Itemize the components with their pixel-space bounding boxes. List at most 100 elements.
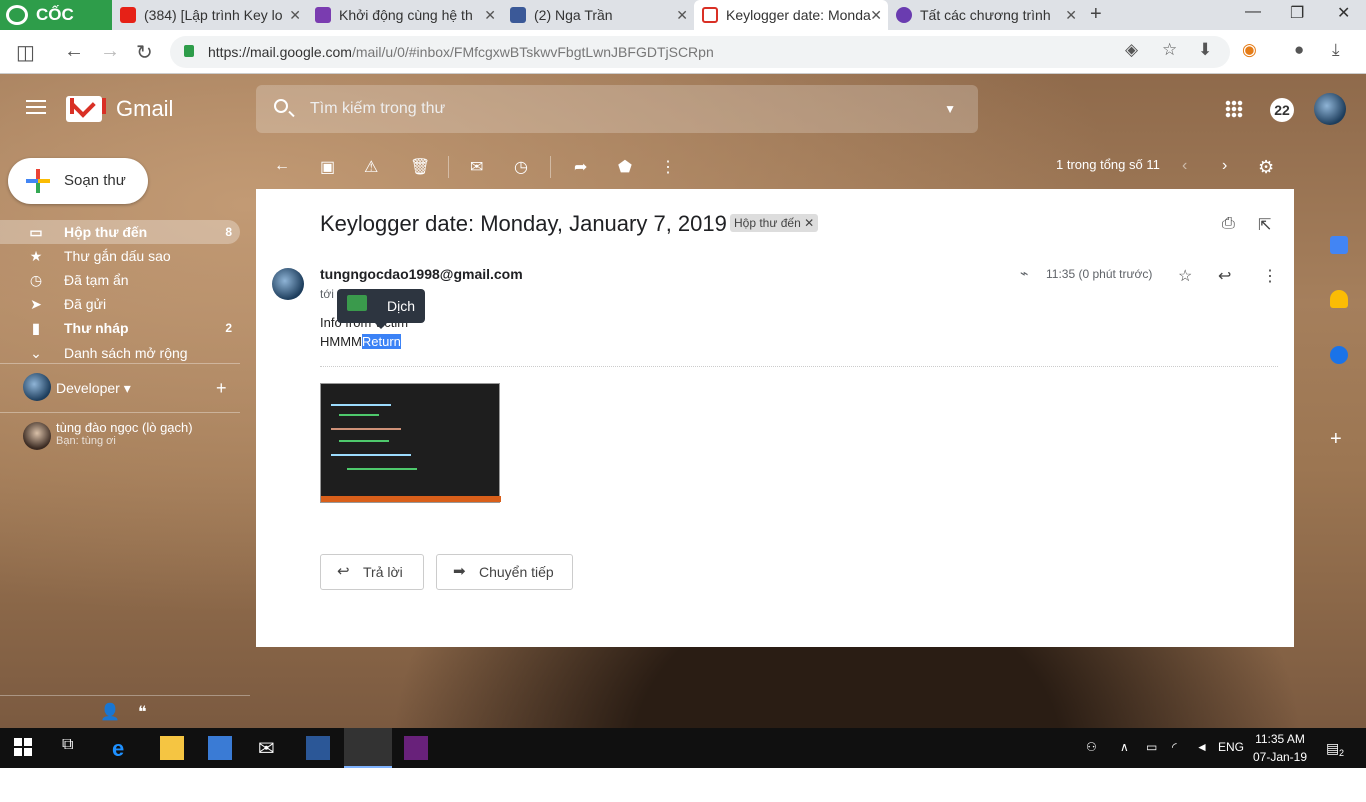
more-vert-icon[interactable]: ⋮ [660,157,676,177]
delete-icon[interactable]: 🗑 [410,157,430,177]
sidebar-item-more[interactable]: ⌄ Danh sách mở rộng [0,341,240,365]
tab-gmail[interactable]: Keylogger date: Monda ✕ [694,0,888,30]
add-contact-icon[interactable]: + [216,378,227,399]
sidebar-toggle-icon[interactable]: ◫ [16,40,35,65]
hangouts-user[interactable]: Developer ▾ [56,380,131,397]
search-options-icon[interactable]: ▼ [944,85,956,133]
compose-button[interactable]: Soạn thư [8,158,148,204]
sidebar-item-drafts[interactable]: ▮ Thư nháp 2 [0,316,240,340]
coccoc-extension-icon[interactable]: ◉ [1242,40,1257,60]
people-icon[interactable]: ⚇ [1086,740,1097,754]
volume-icon[interactable]: ◄ [1196,740,1208,754]
address-bar-row: ◫ ← → ↻ https://mail.google.com/mail/u/0… [0,30,1366,74]
selected-text[interactable]: Return [361,334,401,349]
forward-button[interactable]: ➡ Chuyển tiếp [436,554,573,590]
battery-icon[interactable]: ▭ [1146,740,1157,754]
contact-item[interactable]: tùng đào ngọc (lò gạch) Bạn: tùng ơi [56,420,193,447]
task-view-icon[interactable]: ⧉ [62,736,86,760]
account-avatar[interactable] [1314,93,1346,125]
forward-button[interactable]: → [100,40,120,63]
action-center-icon[interactable]: ▤ [1326,740,1339,757]
gmail-wordmark[interactable]: Gmail [116,96,173,122]
download-page-icon[interactable]: ⬇ [1198,40,1212,60]
url-field[interactable]: https://mail.google.com/mail/u/0/#inbox/… [170,36,1230,68]
reply-icon[interactable]: ↩ [1218,266,1231,286]
person-icon[interactable]: 👤 [100,702,120,722]
open-new-window-icon[interactable]: ⇱ [1258,215,1271,235]
star-icon[interactable]: ☆ [1178,266,1192,286]
store-icon[interactable] [208,736,232,760]
word-icon[interactable] [306,736,330,760]
older-icon[interactable]: › [1222,157,1227,175]
main-menu-icon[interactable] [26,100,46,114]
close-icon[interactable]: ✕ [484,0,496,30]
coccoc-taskbar-icon[interactable] [344,728,392,768]
snooze-icon[interactable]: ◷ [514,157,528,177]
close-icon[interactable]: ✕ [676,0,688,30]
label-icon[interactable]: ⬟ [618,157,632,177]
tab-programs[interactable]: Tất các chương trình ✕ [888,0,1083,30]
minimize-button[interactable]: — [1245,3,1261,21]
move-to-icon[interactable]: ➦ [574,157,587,177]
print-icon[interactable]: ⎙ [1222,215,1235,233]
hangouts-avatar[interactable] [23,373,51,401]
tab-facebook[interactable]: (2) Nga Trần ✕ [502,0,694,30]
sender-avatar[interactable] [272,268,304,300]
add-on-icon[interactable]: + [1330,428,1342,451]
show-hidden-icons[interactable]: ∧ [1120,740,1129,754]
tab-kiem-tra[interactable]: Khởi động cùng hệ th ✕ [307,0,502,30]
close-icon[interactable]: ✕ [870,0,882,30]
gmail-logo-icon[interactable] [66,96,106,122]
language-indicator[interactable]: ENG [1218,740,1244,754]
downloads-icon[interactable]: ⤓ [1332,40,1340,60]
reply-button[interactable]: ↩ Trả lời [320,554,424,590]
recipient-line[interactable]: tới [320,287,334,301]
search-input[interactable]: Tìm kiếm trong thư ▼ [256,85,978,133]
more-vert-icon[interactable]: ⋮ [1262,266,1278,286]
sidebar-item-label: Thư nháp [64,320,129,336]
back-button[interactable]: ← [64,40,84,63]
archive-icon[interactable]: ▣ [320,157,335,177]
tab-youtube[interactable]: (384) [Lập trình Key lo ✕ [112,0,307,30]
close-window-button[interactable]: ✕ [1337,3,1350,23]
gmail-header: Gmail Tìm kiếm trong thư ▼ 22 [0,74,1366,142]
hangouts-chat-icon[interactable]: ❝ [138,702,147,722]
search-icon[interactable] [274,99,288,113]
extension-icon[interactable]: ◈ [1125,40,1138,60]
new-tab-button[interactable]: + [1090,3,1102,26]
clock[interactable]: 11:35 AM 07-Jan-19 [1250,730,1310,766]
report-spam-icon[interactable]: ⚠ [364,157,378,177]
contact-avatar[interactable] [23,422,51,450]
edge-icon[interactable]: e [112,736,136,761]
tasks-icon[interactable] [1330,346,1348,364]
wifi-icon[interactable]: ◜ [1172,740,1177,754]
notifications-badge[interactable]: 22 [1270,98,1294,122]
attachment-thumbnail[interactable] [320,383,501,503]
coccoc-brand-button[interactable]: CỐC CỐC [0,0,112,54]
maximize-button[interactable]: ❐ [1290,3,1304,23]
start-icon[interactable] [14,738,32,756]
clock-date: 07-Jan-19 [1252,750,1308,764]
close-icon[interactable]: ✕ [289,0,301,30]
sender-email[interactable]: tungngocdao1998@gmail.com [320,266,523,282]
sidebar-item-sent[interactable]: ➤ Đã gửi [0,292,240,316]
sidebar-item-starred[interactable]: ★ Thư gắn dấu sao [0,244,240,268]
sidebar-item-snoozed[interactable]: ◷ Đã tạm ẩn [0,268,240,292]
star-bookmark-icon[interactable]: ☆ [1162,40,1177,60]
mail-icon[interactable]: ✉ [258,736,282,760]
apps-grid-icon[interactable] [1225,100,1243,118]
settings-gear-icon[interactable]: ⚙ [1258,157,1274,178]
mark-unread-icon[interactable]: ✉ [470,157,483,177]
inbox-label-chip[interactable]: Hộp thư đến ✕ [730,214,819,232]
profile-icon[interactable]: ● [1294,40,1304,60]
back-to-inbox-icon[interactable]: ← [274,157,290,175]
keep-icon[interactable] [1330,290,1348,308]
sidebar-item-inbox[interactable]: ▭ Hộp thư đến 8 [0,220,240,244]
close-icon[interactable]: ✕ [1065,0,1077,30]
reload-button[interactable]: ↻ [136,40,153,65]
newer-icon[interactable]: ‹ [1182,157,1187,175]
file-explorer-icon[interactable] [160,736,184,760]
translate-tooltip[interactable]: Dịch [337,289,425,329]
visual-studio-icon[interactable] [404,736,428,760]
calendar-icon[interactable] [1330,236,1348,254]
